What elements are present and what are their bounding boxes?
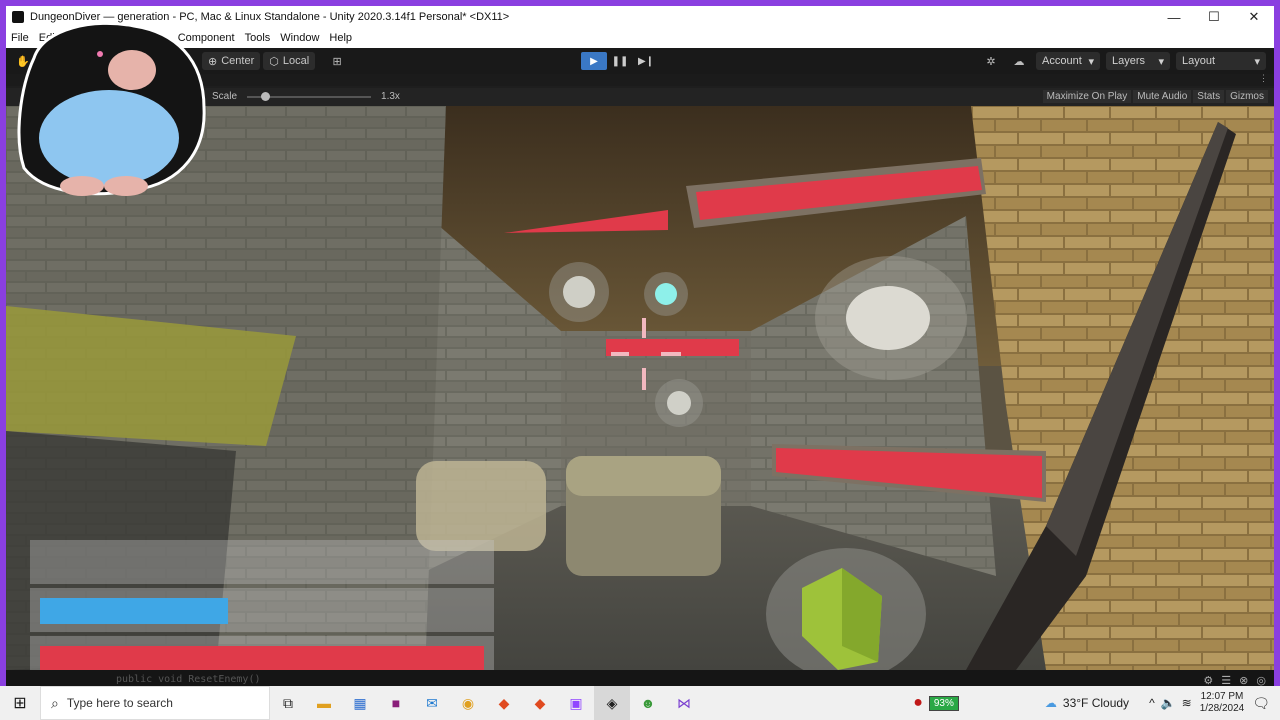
pause-button[interactable]: ❚❚ (607, 52, 633, 70)
unity-icon[interactable]: ◈ (594, 686, 630, 720)
file-explorer-icon[interactable]: ▬ (306, 686, 342, 720)
stats-toggle[interactable]: Stats (1193, 90, 1225, 103)
scale-slider[interactable] (247, 91, 372, 101)
cloud-icon[interactable]: ☁ (1008, 52, 1030, 70)
grid-snap-icon[interactable]: ⊞ (326, 52, 348, 70)
code-overlay-text: public void ResetEnemy() (116, 674, 261, 685)
chevron-down-icon: ▾ (1158, 55, 1164, 68)
cloud-weather-icon: ☁ (1044, 696, 1057, 710)
account-dropdown[interactable]: Account ▾ (1036, 52, 1100, 70)
taskbar-search[interactable]: ⌕ Type here to search (40, 686, 270, 720)
toolbar-right: ✲ ☁ Account ▾ Layers ▾ Layout ▾ (980, 52, 1266, 70)
chevron-down-icon: ▾ (1088, 55, 1094, 68)
chevron-up-icon[interactable]: ^ (1149, 696, 1155, 710)
panel-menu-icon[interactable]: ⋮ (1259, 73, 1268, 84)
system-tray: ● 93% ☁ 33°F Cloudy ^ 🔈 ≋ 12:07 PM 1/28/… (913, 686, 1280, 720)
menu-help[interactable]: Help (324, 32, 357, 44)
chest-left (416, 461, 546, 551)
space-toggle[interactable]: ⬡ Local (263, 52, 316, 70)
record-icon[interactable]: ● (913, 694, 923, 712)
hud-stamina-panel (30, 588, 494, 632)
avatar-belly (39, 90, 179, 186)
play-button[interactable]: ▶ (581, 52, 607, 70)
playback-controls: ▶ ❚❚ ▶❙ (581, 52, 659, 70)
visual-studio-icon[interactable]: ⋈ (666, 686, 702, 720)
layout-dropdown[interactable]: Layout ▾ (1176, 52, 1266, 70)
maximize-on-play-toggle[interactable]: Maximize On Play (1042, 90, 1132, 103)
windows-start-icon[interactable]: ⊞ (0, 686, 40, 720)
stamina-bar (40, 598, 228, 624)
avatar-face (108, 50, 156, 90)
step-button[interactable]: ▶❙ (633, 52, 659, 70)
clock-date: 1/28/2024 (1199, 703, 1245, 714)
unity-window: DungeonDiver — generation - PC, Mac & Li… (0, 0, 1280, 720)
scale-value: 1.3x (381, 91, 400, 102)
search-placeholder: Type here to search (66, 696, 173, 710)
wifi-icon[interactable]: ≋ (1182, 696, 1192, 710)
menu-window[interactable]: Window (275, 32, 324, 44)
scale-label: Scale (212, 91, 238, 102)
battery-indicator[interactable]: 93% (928, 695, 959, 711)
layers-label: Layers (1112, 55, 1146, 67)
menu-tools[interactable]: Tools (240, 32, 276, 44)
chrome-icon[interactable]: ◉ (450, 686, 486, 720)
space-label: Local (282, 55, 310, 67)
frog-app-icon[interactable]: ☻ (630, 686, 666, 720)
search-icon: ⌕ (51, 694, 59, 711)
pivot-label: Center (221, 55, 255, 67)
brave-icon[interactable]: ◆ (486, 686, 522, 720)
scale-slider-handle[interactable] (261, 91, 271, 101)
mail-icon[interactable]: ✉ (414, 686, 450, 720)
account-label: Account (1042, 55, 1082, 67)
crosshair-top (642, 318, 646, 338)
notification-icon[interactable]: 🗨 (1252, 695, 1270, 712)
layout-label: Layout (1182, 55, 1216, 67)
store-icon[interactable]: ▦ (342, 686, 378, 720)
twitch-icon[interactable]: ▣ (558, 686, 594, 720)
pivot-toggle[interactable]: ⊕ Center (202, 52, 261, 70)
clock-time: 12:07 PM (1200, 691, 1244, 702)
layers-dropdown[interactable]: Layers ▾ (1106, 52, 1170, 70)
brave-beta-icon[interactable]: ◆ (522, 686, 558, 720)
collab-icon[interactable]: ✲ (980, 52, 1002, 70)
app-purple-icon[interactable]: ■ (378, 686, 414, 720)
hud-health-panel (30, 636, 494, 670)
crosshair-left (611, 352, 629, 356)
minimize-button[interactable]: — (1154, 10, 1194, 25)
volume-icon[interactable]: 🔈 (1161, 696, 1176, 710)
crosshair-right (661, 352, 681, 356)
scale-control: Scale 1.3x (212, 91, 400, 102)
mute-audio-toggle[interactable]: Mute Audio (1133, 90, 1192, 103)
maximize-button[interactable]: ☐ (1194, 9, 1234, 25)
task-view-icon[interactable]: ⧉ (270, 686, 306, 720)
hud-top-panel (30, 540, 494, 584)
taskbar-clock[interactable]: 12:07 PM 1/28/2024 (1200, 691, 1245, 715)
chevron-down-icon: ▾ (1254, 55, 1260, 68)
local-space-icon: ⬡ (269, 55, 279, 68)
windows-taskbar: ⊞ ⌕ Type here to search ⧉ ▬ ▦ ■ ✉ ◉ ◆ ◆ … (0, 686, 1280, 720)
weather-text[interactable]: 33°F Cloudy (1063, 696, 1129, 710)
health-bar (40, 646, 484, 670)
crosshair-bottom (642, 368, 646, 390)
webcam-avatar (17, 21, 206, 196)
close-button[interactable]: ✕ (1234, 9, 1274, 25)
game-view-options: Maximize On Play Mute Audio Stats Gizmos (1041, 90, 1268, 103)
gizmos-dropdown[interactable]: Gizmos (1226, 90, 1268, 103)
